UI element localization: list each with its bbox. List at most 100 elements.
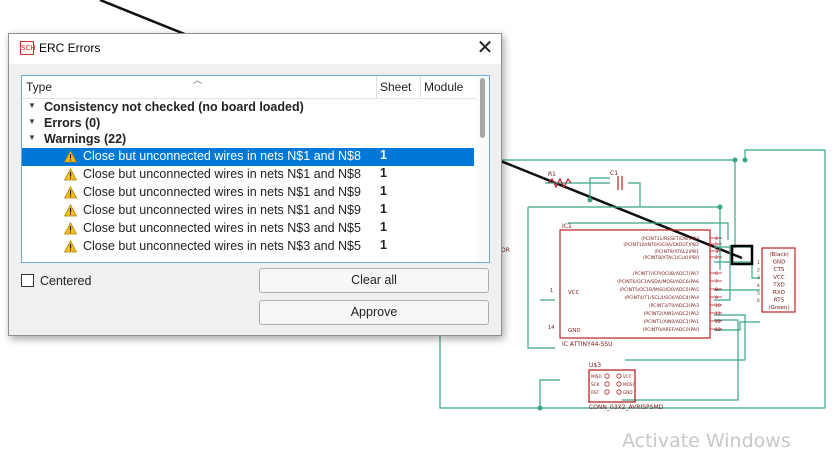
ftdi-pin-number: 5 (757, 290, 760, 296)
isp-pin-label: MISO (591, 374, 603, 379)
ic-pin-label: (PCINT4/T1/SCL/USCK/ADC4)PA4 (624, 295, 699, 301)
warning-row[interactable]: Close but unconnected wires in nets N$3 … (22, 220, 474, 238)
ftdi-connector[interactable]: (Black) GNDCTS VCCTXD RXD RTS(Green) 1 23 45 6 (730, 244, 796, 313)
clear-all-button[interactable]: Clear all (259, 268, 489, 293)
isp-pin-label: GND (623, 390, 633, 395)
ic-pin-number: 3 (715, 249, 718, 255)
ftdi-pin-label: (Black) (769, 252, 789, 258)
ftdi-pin-number: 1 (757, 260, 760, 266)
warning-sheet: 1 (380, 147, 387, 162)
eagle-schematic-icon: SCH (20, 41, 36, 55)
ftdi-pin-number: 3 (757, 275, 760, 281)
expand-arrow-icon[interactable]: ▼ (28, 133, 36, 142)
ic-pin-label: (PCINT3/T0/ADC3)PA3 (649, 303, 699, 309)
ic-pin-number: 13 (715, 327, 721, 333)
warning-text: Close but unconnected wires in nets N$3 … (83, 238, 361, 253)
ic-pin-label: (PCINT0/AREF/ADC0)PA0 (643, 327, 699, 333)
ic-pin-label: (PCINT2/AIN1/ADC2)PA2 (644, 311, 699, 317)
isp-pin-pad (604, 389, 610, 395)
ic-pin-number: 2 (715, 255, 718, 261)
ic-pin-number: 10 (715, 303, 721, 309)
dialog-title: ERC Errors (39, 41, 101, 55)
svg-text:U$3: U$3 (589, 362, 601, 369)
isp-pin-label: SCK (591, 382, 600, 387)
tree-group-label: Consistency not checked (no board loaded… (44, 100, 304, 114)
column-type[interactable]: Type (26, 80, 52, 94)
warning-text: Close but unconnected wires in nets N$1 … (83, 166, 361, 181)
erc-errors-dialog: SCH ERC Errors ✕ Type ︿ Sheet Module ▼ Co… (8, 33, 502, 336)
ic-pin-label: (PCINT9/XTAL2)PB1 (654, 249, 699, 255)
ftdi-pin-number: 2 (757, 268, 760, 274)
expand-arrow-icon[interactable]: ▼ (28, 117, 36, 126)
column-sheet[interactable]: Sheet (380, 80, 411, 94)
dialog-titlebar[interactable]: SCH ERC Errors ✕ (9, 34, 501, 64)
capacitor-c1[interactable]: C1 (610, 170, 623, 190)
ic-pin-label: (PCINT6/OC1A/SDA/MOSI/ADC6)PA6 (617, 279, 699, 285)
ic-pin-label: (PCINT1/AIN0/ADC1)PA1 (644, 319, 699, 325)
warning-sheet: 1 (380, 219, 387, 234)
ic-pin-label: (PCINT5/OC1B/MISO/DO/ADC5)PA5 (619, 287, 699, 293)
svg-text:CONN_03X2_AVRISPSMD: CONN_03X2_AVRISPSMD (589, 404, 664, 411)
partial-label: OR (501, 247, 510, 254)
ftdi-pin-label: RXD (773, 290, 785, 296)
svg-text:1: 1 (550, 288, 553, 294)
ftdi-pin-label: GND (773, 260, 786, 266)
list-header: Type ︿ Sheet Module (22, 76, 476, 99)
svg-text:C1: C1 (610, 170, 618, 177)
svg-text:VCC: VCC (568, 290, 580, 296)
warning-triangle-icon (64, 167, 77, 180)
sort-indicator-icon: ︿ (193, 75, 203, 85)
ftdi-pin-number: 4 (757, 283, 760, 289)
ic-pin-label: (PCINT7/ICP/OC0B/ADC7)PA7 (633, 271, 699, 277)
scrollbar-thumb[interactable] (480, 78, 485, 138)
ic-pin-number: 4 (715, 236, 718, 242)
column-module[interactable]: Module (424, 80, 463, 94)
warning-sheet: 1 (380, 183, 387, 198)
warning-triangle-icon (64, 221, 77, 234)
ic-pin-label: (PCINT10/INT0/OC0A/CKOUT)PB2 (623, 242, 699, 248)
ic-pin-label: (PCINT11/RESET/DW)PB3 (641, 236, 699, 242)
ic-pin-number: 6 (715, 271, 718, 277)
erc-tree-list[interactable]: Type ︿ Sheet Module ▼ Consistency not che… (21, 75, 490, 263)
svg-text:14: 14 (548, 325, 554, 331)
warning-text: Close but unconnected wires in nets N$3 … (83, 220, 361, 235)
warning-triangle-icon (64, 149, 77, 162)
ftdi-pin-number: 6 (757, 298, 760, 304)
ic-pin-number: 5 (715, 242, 718, 248)
isp-pin-pad (616, 381, 622, 387)
warning-row[interactable]: Close but unconnected wires in nets N$3 … (22, 238, 474, 256)
warning-row[interactable]: Close but unconnected wires in nets N$1 … (22, 202, 474, 220)
ftdi-pin-label: TXD (772, 282, 785, 288)
warning-row[interactable]: Close but unconnected wires in nets N$1 … (22, 147, 474, 166)
warning-row[interactable]: Close but unconnected wires in nets N$1 … (22, 166, 474, 184)
ftdi-pin-label: (Green) (768, 305, 789, 311)
expand-arrow-icon[interactable]: ▼ (28, 101, 36, 110)
svg-text:GND: GND (568, 328, 581, 334)
ftdi-pin-label: CTS (774, 267, 785, 273)
ic-pin-number: 11 (715, 311, 721, 317)
svg-text:IC1: IC1 (562, 223, 572, 230)
ic-pin-label: (PCINT8/XTAL1/CLKI)PB0 (643, 255, 699, 261)
ic-pin-number: 8 (715, 287, 718, 293)
warning-row[interactable]: Close but unconnected wires in nets N$1 … (22, 184, 474, 202)
warning-triangle-icon (64, 239, 77, 252)
approve-button[interactable]: Approve (259, 300, 489, 325)
isp-pin-label: RST (591, 390, 600, 395)
centered-checkbox[interactable] (21, 274, 34, 287)
svg-text:R1: R1 (548, 171, 556, 178)
warning-triangle-icon (64, 203, 77, 216)
warning-sheet: 1 (380, 165, 387, 180)
ftdi-pin-label: RTS (774, 298, 785, 304)
isp-pin-pad (604, 381, 610, 387)
warning-sheet: 1 (380, 201, 387, 216)
warning-text: Close but unconnected wires in nets N$1 … (83, 184, 361, 199)
tree-group-label: Warnings (22) (44, 132, 127, 147)
vertical-scrollbar[interactable] (476, 76, 489, 262)
ftdi-pin-label: VCC (773, 275, 785, 281)
warning-text: Close but unconnected wires in nets N$1 … (83, 148, 361, 163)
close-button[interactable]: ✕ (471, 36, 499, 62)
ic-attiny44[interactable]: IC1 IC ATTINY44-SSU VCC GND 1 14 (PCINT1… (548, 223, 722, 348)
isp-connector[interactable]: U$3 CONN_03X2_AVRISPSMD MISO SCK RST VCC MOS… (588, 362, 664, 411)
isp-pin-label: VCC (623, 374, 632, 379)
warning-triangle-icon (64, 185, 77, 198)
